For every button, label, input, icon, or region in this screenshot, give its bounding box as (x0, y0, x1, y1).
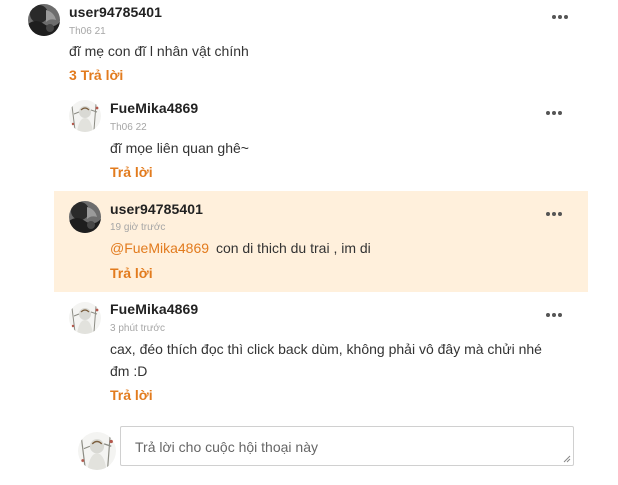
more-options-icon[interactable] (550, 12, 570, 22)
sketch-figure-avatar-icon (78, 432, 116, 470)
comment-timestamp: 3 phút trước (110, 323, 165, 334)
user-avatar[interactable] (69, 302, 101, 334)
user-avatar[interactable] (28, 4, 60, 36)
reply-input[interactable] (121, 427, 573, 465)
comment-username[interactable]: user94785401 (69, 4, 162, 20)
reply-button[interactable]: Trả lời (110, 164, 153, 180)
reply-box (120, 426, 574, 466)
dark-ink-avatar-icon (69, 201, 101, 233)
more-options-icon[interactable] (544, 310, 564, 320)
current-user-avatar (78, 432, 116, 470)
comment-text: con di thich du trai , im di (215, 240, 371, 256)
comment-text: đĩ mọe liên quan ghê~ (110, 140, 249, 156)
resize-handle-icon[interactable] (563, 455, 571, 463)
view-replies-link[interactable]: 3 Trả lời (69, 67, 123, 83)
reply-button[interactable]: Trả lời (110, 265, 153, 281)
more-options-icon[interactable] (544, 209, 564, 219)
comment-username[interactable]: FueMika4869 (110, 301, 198, 317)
user-avatar[interactable] (69, 100, 101, 132)
comment-text-line-1: cax, đéo thích đọc thì click back dùm, k… (110, 341, 542, 357)
reply-button[interactable]: Trả lời (110, 387, 153, 403)
comment-timestamp: Th06 22 (110, 122, 147, 133)
comment-text-line-2: đm :D (110, 363, 148, 379)
comment-text-line: @FueMika4869 con di thich du trai , im d… (110, 238, 371, 259)
sketch-figure-avatar-icon (69, 302, 101, 334)
comment-text: đĩ mẹ con đĩ l nhân vật chính (69, 43, 249, 59)
comment-username[interactable]: user94785401 (110, 201, 203, 217)
user-avatar[interactable] (69, 201, 101, 233)
comment-timestamp: 19 giờ trước (110, 222, 166, 233)
user-mention-link[interactable]: @FueMika4869 (110, 240, 209, 256)
more-options-icon[interactable] (544, 108, 564, 118)
dark-ink-avatar-icon (28, 4, 60, 36)
comment-username[interactable]: FueMika4869 (110, 100, 198, 116)
comment-timestamp: Th06 21 (69, 26, 106, 37)
sketch-figure-avatar-icon (69, 100, 101, 132)
